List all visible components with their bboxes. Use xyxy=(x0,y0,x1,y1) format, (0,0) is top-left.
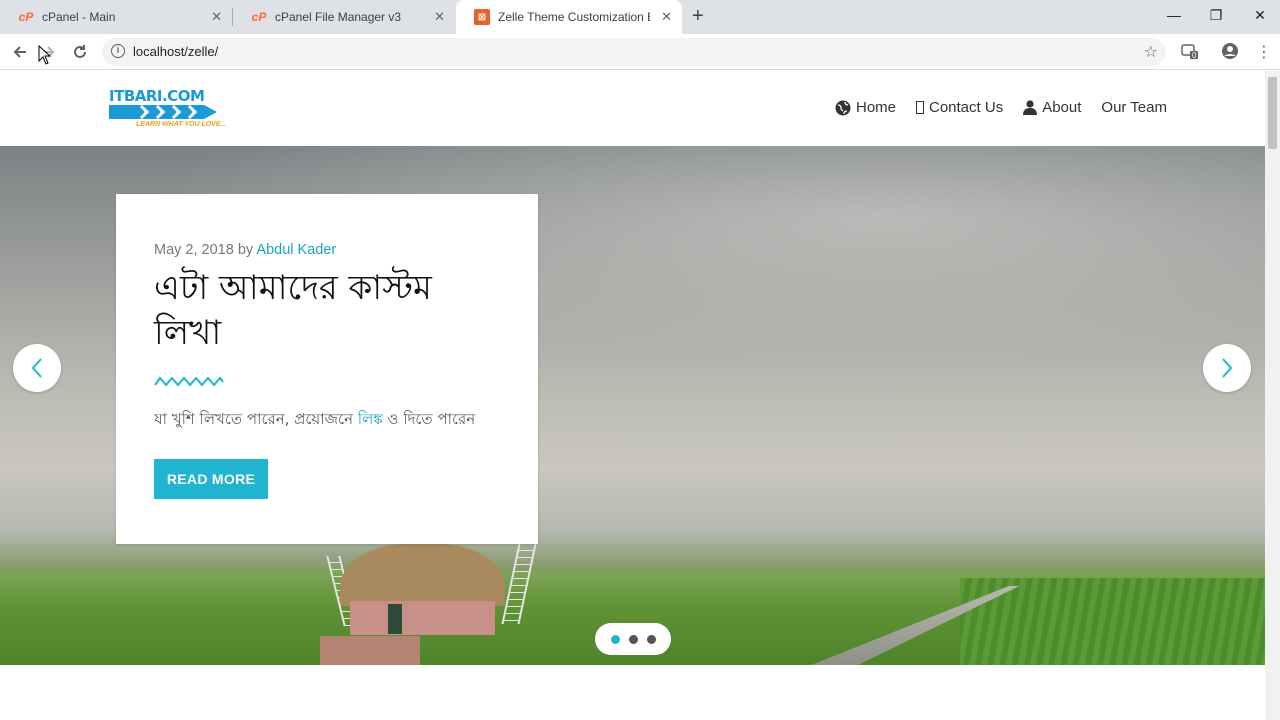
page-scrollbar[interactable] xyxy=(1265,71,1280,720)
nav-label: Contact Us xyxy=(929,99,1004,116)
minimize-icon[interactable]: — xyxy=(1152,0,1196,30)
nav-item-contact-us[interactable]: Contact Us xyxy=(916,99,1003,116)
tab-zelle-theme[interactable]: ⊠ Zelle Theme Customization Edite ✕ xyxy=(456,0,682,34)
logo-arrow xyxy=(109,105,217,119)
back-arrow-icon xyxy=(13,46,26,58)
slider-dot[interactable] xyxy=(646,634,656,644)
tab-cpanel-main[interactable]: cP cPanel - Main ✕ xyxy=(0,0,232,34)
nav-item-home[interactable]: Home xyxy=(835,99,896,116)
reload-icon xyxy=(74,45,86,58)
slider-next-button[interactable] xyxy=(1203,344,1251,392)
post-by: by xyxy=(237,242,254,258)
close-window-icon[interactable]: ✕ xyxy=(1238,0,1280,30)
tab-title: Zelle Theme Customization Edite xyxy=(498,10,650,24)
chevron-left-icon xyxy=(31,358,42,378)
main-nav: Home Contact Us About Our Team xyxy=(835,99,1167,116)
bookmark-star-icon[interactable]: ☆ xyxy=(1144,42,1158,62)
cpanel-icon: cP xyxy=(251,10,267,24)
excerpt-link[interactable]: লিঙ্ক xyxy=(358,410,383,428)
close-icon[interactable]: ✕ xyxy=(211,10,222,24)
post-meta: May 2, 2018 by Abdul Kader xyxy=(154,242,336,258)
menu-kebab-icon[interactable]: ⋮ xyxy=(1256,42,1272,62)
address-bar[interactable]: i localhost/zelle/ ☆ xyxy=(102,38,1166,66)
new-tab-button[interactable]: + xyxy=(692,6,704,26)
windmill-door xyxy=(388,604,402,634)
info-icon[interactable]: i xyxy=(111,44,125,58)
xampp-icon: ⊠ xyxy=(474,9,490,25)
nav-label: Our Team xyxy=(1101,99,1167,116)
post-date: May 2, 2018 xyxy=(154,242,234,258)
tab-title: cPanel - Main xyxy=(42,10,116,24)
reload-button[interactable] xyxy=(68,40,92,64)
windmill-base xyxy=(350,601,495,635)
user-icon xyxy=(1023,100,1038,115)
extension-badge: 0 xyxy=(1192,51,1197,60)
chevron-right-icon xyxy=(1222,358,1233,378)
nav-item-our-team[interactable]: Our Team xyxy=(1101,99,1167,116)
hero-slider: May 2, 2018 by Abdul Kader এটা আমাদের কা… xyxy=(0,146,1265,665)
slider-prev-button[interactable] xyxy=(13,344,61,392)
globe-icon xyxy=(835,100,851,115)
post-author-link[interactable]: Abdul Kader xyxy=(256,242,336,258)
read-more-button[interactable]: READ MORE xyxy=(154,459,268,499)
restore-icon[interactable]: ❐ xyxy=(1194,0,1238,30)
scrollbar-thumb[interactable] xyxy=(1268,77,1277,149)
slide-excerpt: যা খুশি লিখতে পারেন, প্রয়োজনে লিঙ্ক ও দ… xyxy=(154,408,475,433)
web-page: ITBARI.COM LEARN WHAT YOU LOVE... Home C… xyxy=(0,71,1265,720)
windmill-wall xyxy=(320,636,420,665)
slider-dot[interactable] xyxy=(610,634,620,644)
excerpt-text: যা খুশি লিখতে পারেন, প্রয়োজনে xyxy=(154,410,358,428)
close-icon[interactable]: ✕ xyxy=(434,10,445,24)
nav-label: About xyxy=(1042,99,1082,116)
slider-dots xyxy=(595,623,671,655)
excerpt-text: ও দিতে পারেন xyxy=(382,410,476,428)
site-header: ITBARI.COM LEARN WHAT YOU LOVE... Home C… xyxy=(0,71,1265,146)
extension-icon[interactable]: 0 xyxy=(1181,42,1199,65)
tab-cpanel-file-manager[interactable]: cP cPanel File Manager v3 ✕ xyxy=(233,0,455,34)
profile-icon[interactable] xyxy=(1221,42,1239,65)
logo-tagline: LEARN WHAT YOU LOVE... xyxy=(136,121,227,128)
mouse-cursor-icon xyxy=(38,45,52,65)
nav-item-about[interactable]: About xyxy=(1023,99,1081,116)
browser-toolbar: i localhost/zelle/ ☆ 0 ⋮ xyxy=(0,34,1280,70)
logo-brand: ITBARI.COM xyxy=(109,87,205,105)
nav-label: Home xyxy=(855,99,896,116)
windmill-roof xyxy=(340,544,505,606)
slide-card: May 2, 2018 by Abdul Kader এটা আমাদের কা… xyxy=(116,194,538,544)
close-icon[interactable]: ✕ xyxy=(661,10,672,24)
cpanel-icon: cP xyxy=(18,10,34,24)
back-button[interactable] xyxy=(8,40,32,64)
site-logo[interactable]: ITBARI.COM LEARN WHAT YOU LOVE... xyxy=(109,87,226,133)
missing-glyph-icon xyxy=(916,101,924,114)
url-text[interactable]: localhost/zelle/ xyxy=(133,44,218,59)
slide-title[interactable]: এটা আমাদের কাস্টম লিখা xyxy=(154,266,504,356)
tab-title: cPanel File Manager v3 xyxy=(275,10,402,24)
browser-tab-bar: cP cPanel - Main ✕ cP cPanel File Manage… xyxy=(0,0,1280,34)
zigzag-divider-icon xyxy=(154,376,224,387)
slider-dot[interactable] xyxy=(628,634,638,644)
